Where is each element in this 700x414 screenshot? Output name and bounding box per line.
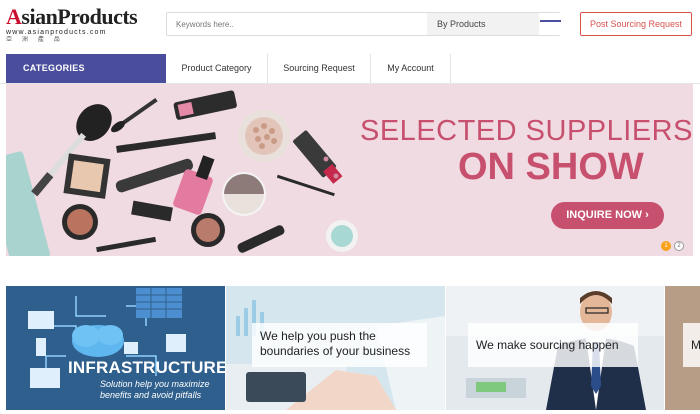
nav-item-product-category[interactable]: Product Category — [166, 54, 268, 83]
search-button-accent — [540, 20, 561, 22]
categories-menu[interactable]: CATEGORIES — [6, 54, 166, 83]
search-input[interactable] — [167, 13, 425, 35]
slide-indicator-1[interactable]: 1 — [661, 241, 671, 251]
feature-tiles: INFRASTRUCTURE Solution help you maximiz… — [6, 286, 700, 410]
logo-wordmark: AsianProducts — [6, 4, 138, 29]
nav-item-my-account[interactable]: My Account — [371, 54, 451, 83]
tile-sourcing-caption: We make sourcing happen — [468, 323, 638, 367]
asianproducts-logo[interactable]: AsianProducts www.asianproducts.com 亞 洲 … — [6, 6, 151, 44]
tile-push-boundaries-caption-line2: boundaries of your business — [260, 344, 411, 358]
search-scope-dropdown[interactable]: By Products — [427, 13, 539, 35]
tile-push-boundaries-caption-line1: We help you push the — [260, 329, 376, 343]
nav-item-sourcing-request[interactable]: Sourcing Request — [268, 54, 371, 83]
tile-push-boundaries[interactable]: We help you push the boundaries of your … — [226, 286, 445, 410]
logo-chinese: 亞 洲 產 品 — [6, 36, 64, 43]
tile-push-boundaries-caption: We help you push the boundaries of your … — [252, 323, 427, 367]
tile-partial[interactable]: M — [665, 286, 700, 410]
inquire-now-button[interactable]: INQUIRE NOW › — [551, 202, 664, 229]
tile-infrastructure-subtitle-line1: Solution help you maximize — [100, 379, 210, 389]
tile-partial-caption: M — [683, 323, 700, 367]
post-sourcing-request-button[interactable]: Post Sourcing Request — [580, 12, 692, 36]
search-bar: By Products — [166, 12, 561, 36]
tile-infrastructure[interactable]: INFRASTRUCTURE Solution help you maximiz… — [6, 286, 225, 410]
main-nav: CATEGORIES Product Category Sourcing Req… — [0, 52, 700, 84]
cosmetics-illustration — [6, 90, 358, 256]
tile-infrastructure-subtitle-line2: benefits and avoid pitfalls — [100, 390, 202, 400]
search-button[interactable] — [540, 13, 561, 35]
banner-headline-line1: SELECTED SUPPLIERS — [360, 115, 693, 147]
tile-infrastructure-title: INFRASTRUCTURE — [68, 358, 225, 377]
tile-sourcing[interactable]: We make sourcing happen — [446, 286, 664, 410]
slide-indicator-2[interactable]: 2 — [674, 241, 684, 251]
hero-banner[interactable]: SELECTED SUPPLIERS ON SHOW INQUIRE NOW ›… — [6, 84, 693, 256]
banner-headline-line2: ON SHOW — [458, 146, 644, 188]
tile-infrastructure-subtitle: Solution help you maximize benefits and … — [100, 379, 210, 401]
logo-url: www.asianproducts.com — [6, 29, 107, 36]
site-header: AsianProducts www.asianproducts.com 亞 洲 … — [0, 0, 700, 52]
